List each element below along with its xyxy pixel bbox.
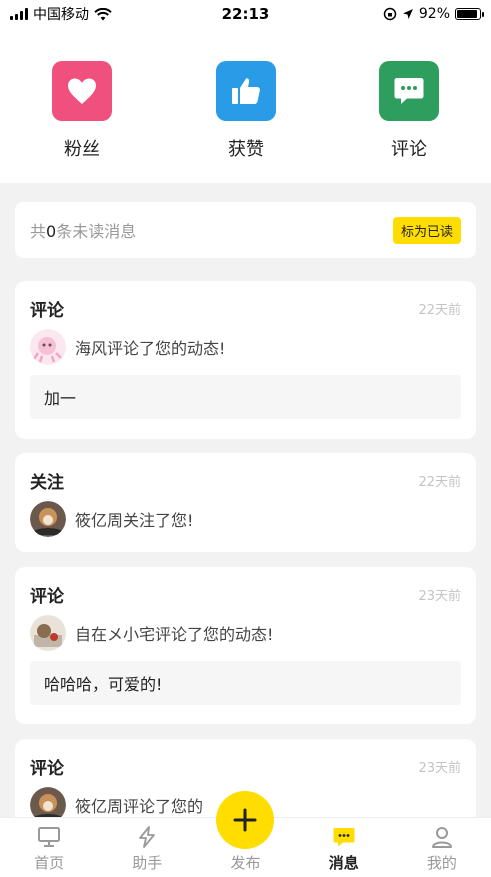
tab-messages[interactable]: 消息 bbox=[295, 818, 393, 877]
notification-message: 海风评论了您的动态! bbox=[75, 339, 226, 358]
status-bar: 中国移动 22:13 92% bbox=[0, 0, 491, 28]
publish-button[interactable] bbox=[216, 791, 274, 849]
notification-message: 筱亿周评论了您的 bbox=[75, 797, 204, 816]
category-label: 粉丝 bbox=[64, 139, 100, 160]
avatar[interactable] bbox=[30, 501, 66, 537]
signal-icon bbox=[10, 8, 28, 20]
thumbs-up-icon bbox=[232, 78, 260, 104]
category-comments[interactable]: 评论 bbox=[349, 61, 469, 161]
tab-label: 首页 bbox=[34, 854, 65, 872]
tab-label: 消息 bbox=[328, 854, 359, 872]
notification-type: 评论 bbox=[30, 758, 64, 779]
comment-icon bbox=[394, 78, 424, 104]
rotation-lock-icon bbox=[383, 7, 397, 21]
notification-type: 关注 bbox=[30, 472, 64, 493]
notification-message: 筱亿周关注了您! bbox=[75, 511, 194, 530]
avatar[interactable] bbox=[30, 329, 66, 365]
tab-label: 助手 bbox=[132, 854, 163, 872]
comment-quote: 加一 bbox=[30, 375, 461, 419]
notification-time: 23天前 bbox=[418, 588, 461, 604]
tab-label: 发布 bbox=[230, 854, 261, 872]
tab-assistant[interactable]: 助手 bbox=[98, 818, 196, 877]
clock: 22:13 bbox=[221, 5, 270, 23]
wifi-icon bbox=[94, 7, 112, 20]
user-icon bbox=[431, 827, 452, 848]
tab-label: 我的 bbox=[426, 854, 457, 872]
notification-time: 22天前 bbox=[418, 302, 461, 318]
comment-quote: 哈哈哈，可爱的! bbox=[30, 661, 461, 705]
mark-read-button[interactable]: 标为已读 bbox=[392, 216, 461, 244]
carrier-label: 中国移动 bbox=[33, 7, 89, 23]
category-label: 获赞 bbox=[228, 139, 264, 160]
location-icon bbox=[402, 9, 413, 19]
tab-home[interactable]: 首页 bbox=[0, 818, 98, 877]
monitor-icon bbox=[38, 827, 61, 847]
heart-icon bbox=[68, 78, 96, 104]
plus-icon bbox=[233, 808, 257, 832]
notification-time: 23天前 bbox=[418, 760, 461, 776]
notification-card[interactable]: 评论 22天前 海风评论了您的动态! 加一 bbox=[15, 281, 476, 439]
battery-icon bbox=[455, 8, 484, 20]
avatar[interactable] bbox=[30, 615, 66, 651]
category-fans[interactable]: 粉丝 bbox=[22, 61, 142, 161]
notification-type: 评论 bbox=[30, 586, 64, 607]
message-icon bbox=[333, 828, 355, 847]
notification-time: 22天前 bbox=[418, 474, 461, 490]
category-likes[interactable]: 获赞 bbox=[186, 61, 306, 161]
category-label: 评论 bbox=[391, 139, 427, 160]
tab-profile[interactable]: 我的 bbox=[393, 818, 491, 877]
notification-type: 评论 bbox=[30, 300, 64, 321]
battery-percent: 92% bbox=[418, 6, 450, 22]
unread-count-text: 共0条未读消息 bbox=[30, 222, 137, 241]
lightning-icon bbox=[139, 826, 156, 848]
unread-summary: 共0条未读消息 标为已读 bbox=[15, 202, 476, 258]
notification-card[interactable]: 关注 22天前 筱亿周关注了您! bbox=[15, 453, 476, 552]
notification-message: 自在メ小宅评论了您的动态! bbox=[75, 625, 274, 644]
notification-card[interactable]: 评论 23天前 自在メ小宅评论了您的动态! 哈哈哈，可爱的! bbox=[15, 567, 476, 724]
category-section: 粉丝 获赞 评论 bbox=[0, 28, 491, 183]
